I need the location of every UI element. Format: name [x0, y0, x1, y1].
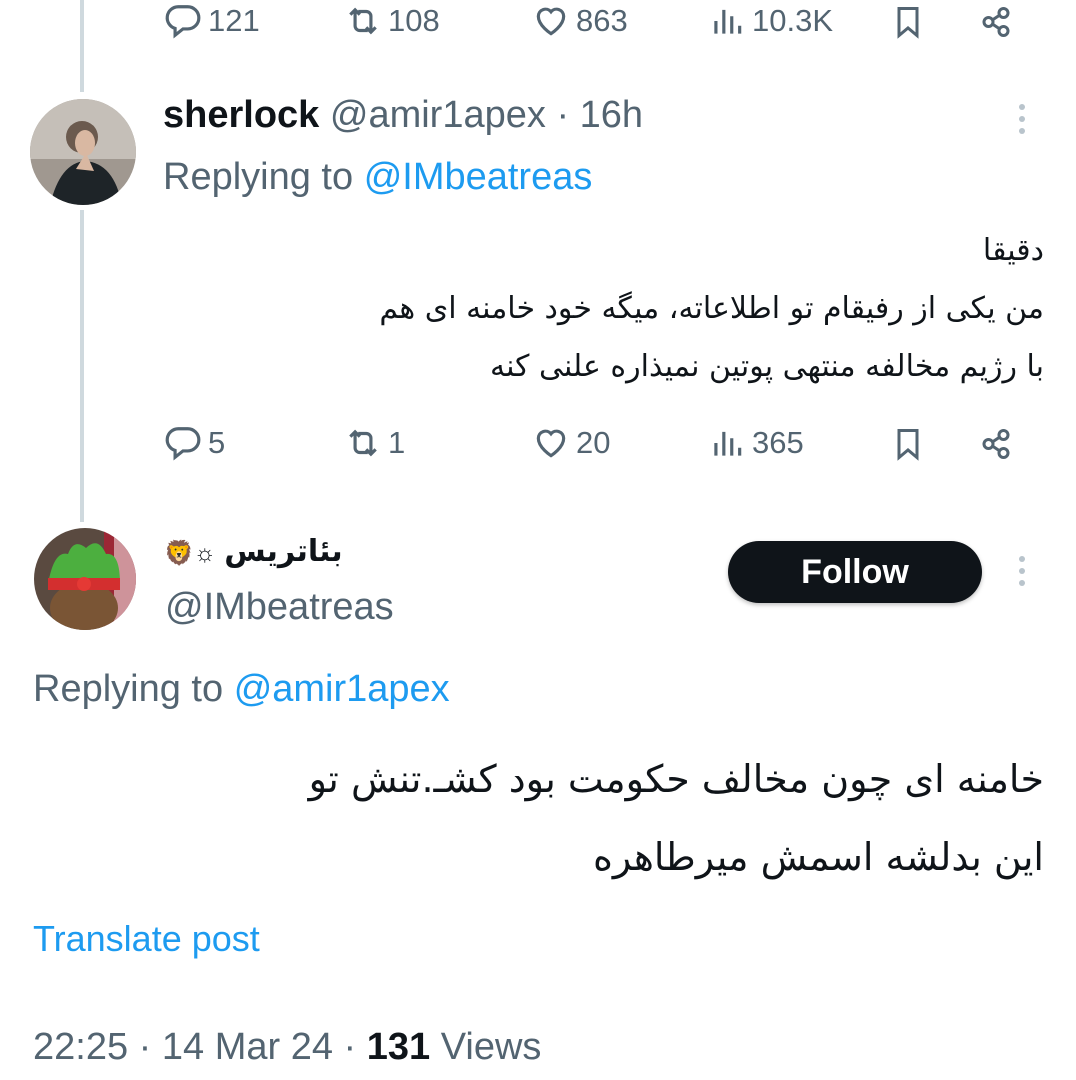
display-name-row: بئاتریس ☼🦁: [164, 534, 343, 569]
share-icon: [982, 429, 1010, 459]
replying-to-link[interactable]: @amir1apex: [234, 668, 450, 710]
views-button[interactable]: 365: [708, 424, 804, 462]
reply-icon: [165, 427, 201, 461]
share-button[interactable]: [978, 426, 1014, 462]
post-text-line: این بدلشه اسمش میرطاهره: [592, 835, 1044, 879]
share-button[interactable]: [978, 4, 1014, 40]
replying-label: Replying to: [163, 156, 354, 198]
repost-count: 1: [388, 425, 406, 460]
views-count: 131: [366, 1026, 431, 1068]
views-count: 10.3K: [752, 3, 834, 38]
more-icon[interactable]: [1019, 556, 1025, 586]
reply-button[interactable]: 5: [164, 424, 225, 462]
follow-button[interactable]: Follow: [728, 541, 982, 603]
handle[interactable]: @amir1apex: [330, 94, 546, 136]
reply-text-line: دقیقا: [982, 233, 1044, 268]
repost-count: 108: [388, 3, 440, 38]
post-text: خامنه ای چون مخالف حکومت بود کشـ.تنش تو …: [60, 740, 1044, 896]
views-icon: [714, 9, 742, 34]
like-count: 863: [576, 3, 628, 38]
views-count: 365: [752, 425, 804, 460]
handle[interactable]: @IMbeatreas: [165, 586, 394, 629]
share-icon: [982, 7, 1010, 37]
views-icon: [714, 431, 742, 456]
thread-line: [80, 0, 84, 92]
repost-button[interactable]: 1: [344, 424, 405, 462]
reply-count: 121: [208, 3, 260, 38]
avatar[interactable]: [30, 99, 136, 205]
translate-post-link[interactable]: Translate post: [33, 918, 260, 960]
like-button[interactable]: 863: [532, 2, 628, 40]
replying-line: Replying to @amir1apex: [33, 668, 450, 711]
separator: ·: [556, 94, 570, 136]
reply-text-line: من یکی از رفیقام تو اطلاعاته، میگه خود خ…: [379, 291, 1044, 326]
repost-icon: [349, 429, 377, 457]
thread-line: [80, 210, 84, 522]
name-emoji: ☼🦁: [164, 540, 216, 567]
repost-button[interactable]: 108: [344, 2, 440, 40]
reply-text: دقیقا من یکی از رفیقام تو اطلاعاته، میگه…: [160, 222, 1044, 396]
bookmark-icon: [897, 7, 919, 39]
replying-label: Replying to: [33, 668, 224, 710]
views-button[interactable]: 10.3K: [708, 2, 833, 40]
post-text-line: خامنه ای چون مخالف حکومت بود کشـ.تنش تو: [308, 757, 1044, 801]
display-name[interactable]: بئاتریس: [224, 534, 342, 569]
reply-text-line: با رژیم مخالفه منتهی پوتین نمیذاره علنی …: [490, 349, 1044, 384]
post-date[interactable]: 14 Mar 24: [162, 1026, 333, 1068]
reply-icon: [165, 5, 201, 39]
post-time[interactable]: 22:25: [33, 1026, 128, 1068]
bookmark-button[interactable]: [890, 4, 926, 40]
reply-header: sherlock @amir1apex · 16h: [163, 94, 643, 137]
like-icon: [536, 429, 566, 458]
like-button[interactable]: 20: [532, 424, 610, 462]
display-name[interactable]: sherlock: [163, 94, 319, 136]
more-icon[interactable]: [1019, 104, 1025, 134]
post-meta: 22:25 · 14 Mar 24 · 131 Views: [33, 1026, 542, 1068]
bookmark-button[interactable]: [890, 426, 926, 462]
like-icon: [536, 7, 566, 36]
replying-to-link[interactable]: @IMbeatreas: [364, 156, 593, 198]
reply-count: 5: [208, 425, 226, 460]
avatar[interactable]: [34, 528, 136, 630]
timestamp[interactable]: 16h: [580, 94, 643, 136]
views-label: Views: [440, 1026, 542, 1068]
reply-button[interactable]: 121: [164, 2, 260, 40]
repost-icon: [349, 7, 377, 35]
replying-line: Replying to @IMbeatreas: [163, 156, 592, 199]
bookmark-icon: [897, 429, 919, 461]
like-count: 20: [576, 425, 611, 460]
